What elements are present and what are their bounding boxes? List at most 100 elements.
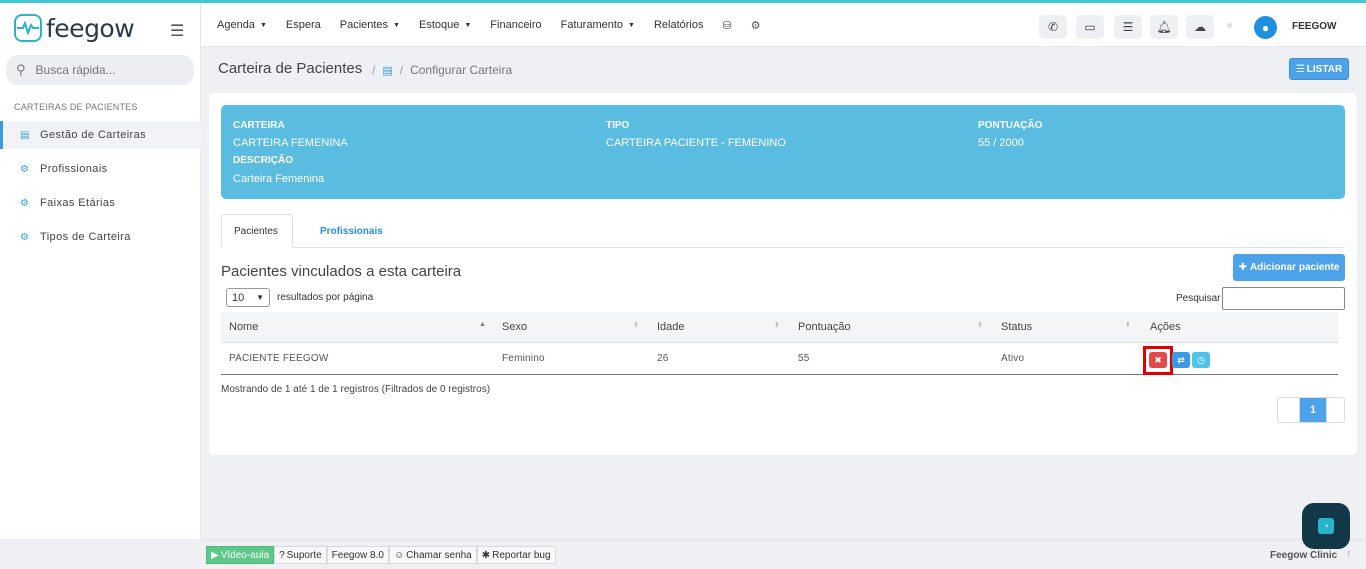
caret-down-icon: ▼ (464, 21, 472, 29)
transfer-button[interactable]: ⇄ (1172, 352, 1190, 368)
col-sexo[interactable]: Sexo (502, 321, 527, 333)
nav-financeiro[interactable]: Financeiro (490, 19, 541, 31)
search-label: Pesquisar (1176, 293, 1221, 304)
main-nav: Agenda ▼ Espera Pacientes ▼ Estoque ▼ Finan… (217, 3, 780, 47)
col-pontuacao[interactable]: Pontuação (798, 321, 851, 333)
nav-agenda[interactable]: Agenda ▼ (217, 19, 267, 31)
user-name[interactable]: FEEGOW (1292, 21, 1336, 32)
col-status[interactable]: Status (1001, 321, 1032, 333)
inbox-icon[interactable]: ▭ (1076, 15, 1104, 39)
help-icon: ? (279, 549, 285, 561)
sort-asc-icon[interactable]: ▲ (479, 321, 486, 328)
video-icon: ▶ (211, 549, 219, 561)
page-length-select[interactable]: 10 ▼ (226, 288, 270, 307)
cell-nome: PACIENTE FEEGOW (229, 353, 329, 364)
breadcrumb-separator: / (399, 63, 404, 77)
caret-down-icon: ▼ (393, 21, 400, 29)
sidebar-item-label: Profissionais (40, 163, 108, 175)
logo-text: feegow (46, 13, 135, 43)
sidebar-heading: CARTEIRAS DE PACIENTES (14, 102, 138, 112)
nav-relatorios[interactable]: Relatórios (654, 19, 704, 31)
cell-pontuacao: 55 (798, 353, 810, 364)
user-avatar-icon[interactable]: ● (1254, 16, 1277, 39)
nav-faturamento[interactable]: Faturamento ▼ (561, 19, 635, 31)
nav-pacientes[interactable]: Pacientes ▼ (340, 19, 400, 31)
tipo-value: CARTEIRA PACIENTE - FEMENINO (606, 137, 786, 149)
pagination-next[interactable] (1326, 398, 1344, 422)
settings-gear-icon[interactable]: ⚙ (751, 19, 761, 32)
top-header: Agenda ▼ Espera Pacientes ▼ Estoque ▼ Finan… (201, 3, 1366, 47)
sidebar-item-label: Tipos de Carteira (40, 231, 131, 243)
logo[interactable]: feegow (14, 13, 135, 43)
sort-icon[interactable]: ⬍ (774, 321, 780, 329)
sidebar-item-faixas-etarias[interactable]: ⚙ Faixas Etárias (0, 189, 201, 217)
nav-espera[interactable]: Espera (286, 19, 321, 31)
nav-label: Agenda (217, 19, 255, 31)
cell-sexo: Feminino (502, 353, 545, 364)
sort-icon[interactable]: ⬍ (633, 321, 639, 329)
scroll-top-icon[interactable]: ↑ (1346, 548, 1352, 560)
col-idade[interactable]: Idade (657, 321, 685, 333)
database-icon[interactable]: ⛁ (723, 19, 732, 32)
cell-status: Ativo (1001, 353, 1025, 364)
chamar-label: Chamar senha (406, 549, 472, 561)
chamar-senha-button[interactable]: ☺ Chamar senha (388, 546, 477, 564)
phone-icon[interactable]: ✆ (1039, 15, 1067, 39)
listar-button[interactable]: ☰ LISTAR (1289, 58, 1349, 80)
sidebar-item-label: Gestão de Carteiras (40, 129, 147, 141)
sidebar-item-tipos-carteira[interactable]: ⚙ Tipos de Carteira (0, 223, 201, 251)
chat-icon[interactable]: ☁ (1186, 15, 1214, 39)
nav-label: Estoque (418, 19, 460, 31)
pagination: 1 (1277, 397, 1345, 423)
table-search-input[interactable] (1222, 287, 1345, 310)
breadcrumb-separator: / (372, 63, 376, 77)
gear-icon: ⚙ (20, 231, 30, 243)
breadcrumb: / ▤ / Configurar Carteira (365, 63, 512, 77)
tab-profissionais[interactable]: Profissionais (308, 214, 395, 248)
sidebar-item-gestao-carteiras[interactable]: ▤ Gestão de Carteiras (0, 121, 201, 149)
nav-label: Financeiro (490, 19, 542, 31)
nav-label: Relatórios (653, 19, 704, 31)
main-card: CARTEIRA CARTEIRA FEMENINA DESCRIÇÃO Car… (209, 93, 1357, 455)
users-icon: ☺ (393, 549, 405, 561)
table-header: Nome ▲ Sexo ⬍ Idade ⬍ Pontuação ⬍ Status… (221, 312, 1338, 343)
reportar-bug-button[interactable]: ✱ Reportar bug (476, 546, 556, 564)
video-label: Vídeo-aula (220, 549, 270, 561)
sort-icon[interactable]: ⬍ (1125, 321, 1131, 329)
tipo-label: TIPO (606, 120, 630, 131)
add-patient-button[interactable]: ✚ Adicionar paciente (1233, 254, 1345, 281)
pontuacao-label: PONTUAÇÃO (978, 120, 1043, 131)
sort-icon[interactable]: ⬍ (977, 321, 983, 329)
nav-estoque[interactable]: Estoque ▼ (419, 19, 471, 31)
nav-label: Faturamento (560, 19, 624, 31)
nav-label: Espera (285, 19, 321, 31)
version-label: Feegow 8.0 (326, 546, 389, 564)
checklist-icon[interactable]: ☰ (1114, 15, 1142, 39)
quick-search[interactable]: ⚲ (6, 55, 194, 85)
history-clock-button[interactable]: ◷ (1192, 352, 1210, 368)
pagination-page[interactable]: 1 (1300, 398, 1326, 422)
carteira-info-panel: CARTEIRA CARTEIRA FEMENINA DESCRIÇÃO Car… (221, 105, 1345, 199)
carteira-value: CARTEIRA FEMENINA (233, 137, 348, 149)
chat-fab[interactable]: ◔ (1302, 503, 1350, 549)
col-acoes: Ações (1150, 321, 1181, 333)
gear-icon: ⚙ (20, 197, 30, 209)
col-nome[interactable]: Nome (229, 321, 258, 333)
page-length-value: 10 (232, 291, 245, 304)
book-icon[interactable]: ▤ (382, 64, 392, 77)
sidebar-item-label: Faixas Etárias (40, 197, 116, 209)
quick-search-input[interactable] (35, 63, 176, 77)
video-aula-button[interactable]: ▶ Vídeo-aula (206, 546, 275, 564)
page-title: Carteira de Pacientes (218, 60, 363, 77)
suporte-button[interactable]: ? Suporte (274, 546, 327, 564)
pontuacao-value: 55 / 2000 (978, 137, 1024, 149)
tab-pacientes[interactable]: Pacientes (221, 214, 293, 248)
patients-table: Nome ▲ Sexo ⬍ Idade ⬍ Pontuação ⬍ Status… (221, 312, 1338, 375)
sidebar-item-profissionais[interactable]: ⚙ Profissionais (0, 155, 201, 183)
chevron-down-icon: ▼ (256, 293, 264, 302)
bug-label: Reportar bug (492, 549, 551, 561)
pagination-previous[interactable] (1278, 398, 1300, 422)
bell-icon[interactable]: 🔔︎ (1150, 15, 1178, 39)
gear-icon: ⚙ (20, 163, 30, 175)
menu-toggle-icon[interactable]: ☰ (170, 21, 184, 41)
